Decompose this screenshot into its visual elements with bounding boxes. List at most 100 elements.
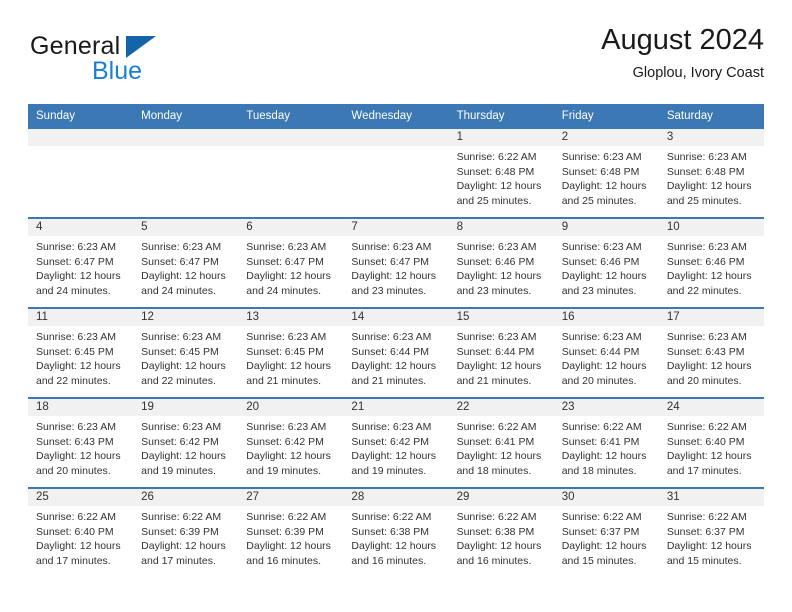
sunset-text: Sunset: 6:44 PM [351,345,430,358]
daylight-text: Daylight: 12 hours and 24 minutes. [36,270,121,297]
day-details: Sunrise: 6:23 AM Sunset: 6:45 PM Daylight:… [238,326,343,388]
calendar-day-cell[interactable]: 20 Sunrise: 6:23 AM Sunset: 6:42 PM Dayligh… [238,397,344,488]
day-number: 21 [343,399,449,416]
calendar-day-cell-empty [28,129,134,218]
daylight-text: Daylight: 12 hours and 20 minutes. [561,360,647,387]
weekday-header-thursday: Thursday [448,104,554,129]
calendar-day-cell[interactable]: 23 Sunrise: 6:22 AM Sunset: 6:41 PM Dayligh… [553,397,659,488]
brand-logo[interactable]: General Blue [30,32,230,94]
sunrise-text: Sunrise: 6:23 AM [141,241,222,253]
day-number: 31 [658,489,764,506]
sunset-text: Sunset: 6:44 PM [561,345,640,358]
sunrise-text: Sunrise: 6:23 AM [36,331,116,343]
calendar-day-cell[interactable]: 17 Sunrise: 6:23 AM Sunset: 6:43 PM Dayligh… [658,307,764,398]
calendar-day-cell[interactable]: 1 Sunrise: 6:22 AM Sunset: 6:48 PM Daylight… [448,129,554,218]
day-details: Sunrise: 6:23 AM Sunset: 6:45 PM Daylight:… [133,326,238,388]
day-details: Sunrise: 6:22 AM Sunset: 6:39 PM Daylight:… [133,506,238,568]
daylight-text: Daylight: 12 hours and 24 minutes. [141,270,226,297]
calendar-day-cell[interactable]: 16 Sunrise: 6:23 AM Sunset: 6:44 PM Dayligh… [553,307,659,398]
sunrise-text: Sunrise: 6:22 AM [666,421,747,433]
calendar-day-cell[interactable]: 13 Sunrise: 6:23 AM Sunset: 6:45 PM Dayligh… [238,307,344,398]
calendar-day-cell[interactable]: 18 Sunrise: 6:23 AM Sunset: 6:43 PM Dayligh… [28,397,134,488]
calendar-day-cell-empty [133,129,239,218]
day-number: 22 [448,399,554,416]
daylight-text: Daylight: 12 hours and 21 minutes. [456,360,542,387]
sunset-text: Sunset: 6:42 PM [141,435,219,448]
calendar-day-cell[interactable]: 25 Sunrise: 6:22 AM Sunset: 6:40 PM Dayligh… [28,487,134,577]
calendar-day-cell[interactable]: 28 Sunrise: 6:22 AM Sunset: 6:38 PM Dayligh… [343,487,449,577]
day-number: 1 [448,129,554,146]
day-details: Sunrise: 6:22 AM Sunset: 6:41 PM Daylight:… [554,416,659,478]
day-details: Sunrise: 6:23 AM Sunset: 6:43 PM Daylight:… [659,326,764,388]
day-number: 30 [553,489,659,506]
calendar-day-cell[interactable]: 30 Sunrise: 6:22 AM Sunset: 6:37 PM Dayligh… [553,487,659,577]
calendar-day-cell[interactable]: 29 Sunrise: 6:22 AM Sunset: 6:38 PM Dayligh… [448,487,554,577]
day-number: 16 [553,309,659,326]
calendar-day-cell[interactable]: 15 Sunrise: 6:23 AM Sunset: 6:44 PM Dayligh… [448,307,554,398]
sunset-text: Sunset: 6:40 PM [36,525,114,538]
sunset-text: Sunset: 6:41 PM [456,435,535,448]
day-details: Sunrise: 6:23 AM Sunset: 6:47 PM Daylight:… [133,236,238,298]
day-details: Sunrise: 6:23 AM Sunset: 6:42 PM Daylight:… [133,416,238,478]
sunrise-text: Sunrise: 6:23 AM [246,241,327,253]
sunset-text: Sunset: 6:40 PM [666,435,745,448]
calendar-day-cell[interactable]: 21 Sunrise: 6:23 AM Sunset: 6:42 PM Dayligh… [343,397,449,488]
sunrise-text: Sunrise: 6:23 AM [561,241,642,253]
calendar-day-cell[interactable]: 26 Sunrise: 6:22 AM Sunset: 6:39 PM Dayligh… [133,487,239,577]
sunset-text: Sunset: 6:39 PM [246,525,324,538]
day-number: 14 [343,309,449,326]
sunset-text: Sunset: 6:48 PM [561,165,640,178]
calendar-day-cell[interactable]: 5 Sunrise: 6:23 AM Sunset: 6:47 PM Daylight… [133,217,239,308]
sunset-text: Sunset: 6:47 PM [351,255,430,268]
calendar-day-cell[interactable]: 24 Sunrise: 6:22 AM Sunset: 6:40 PM Dayligh… [658,397,764,488]
calendar-day-cell[interactable]: 12 Sunrise: 6:23 AM Sunset: 6:45 PM Dayligh… [133,307,239,398]
sunrise-text: Sunrise: 6:23 AM [561,331,642,343]
calendar-day-cell[interactable]: 7 Sunrise: 6:23 AM Sunset: 6:47 PM Daylight… [343,217,449,308]
calendar-day-cell[interactable]: 3 Sunrise: 6:23 AM Sunset: 6:48 PM Daylight… [658,129,764,218]
daylight-text: Daylight: 12 hours and 17 minutes. [141,540,226,567]
daylight-text: Daylight: 12 hours and 21 minutes. [351,360,437,387]
day-details: Sunrise: 6:22 AM Sunset: 6:39 PM Daylight:… [238,506,343,568]
weekday-header-saturday: Saturday [658,104,764,129]
sunrise-text: Sunrise: 6:23 AM [246,421,327,433]
calendar-day-cell-empty [238,129,344,218]
day-number: 18 [28,399,134,416]
calendar-day-cell[interactable]: 9 Sunrise: 6:23 AM Sunset: 6:46 PM Daylight… [553,217,659,308]
daylight-text: Daylight: 12 hours and 25 minutes. [666,180,752,207]
calendar-day-cell[interactable]: 8 Sunrise: 6:23 AM Sunset: 6:46 PM Daylight… [448,217,554,308]
calendar-day-cell[interactable]: 2 Sunrise: 6:23 AM Sunset: 6:48 PM Daylight… [553,129,659,218]
calendar-week-row: 18 Sunrise: 6:23 AM Sunset: 6:43 PM Dayligh… [28,397,764,488]
calendar-week-row: 1 Sunrise: 6:22 AM Sunset: 6:48 PM Daylight… [28,129,764,218]
calendar-day-cell[interactable]: 19 Sunrise: 6:23 AM Sunset: 6:42 PM Dayligh… [133,397,239,488]
sunset-text: Sunset: 6:43 PM [36,435,114,448]
day-number: 5 [133,219,239,236]
day-details: Sunrise: 6:23 AM Sunset: 6:47 PM Daylight:… [28,236,133,298]
day-details: Sunrise: 6:23 AM Sunset: 6:48 PM Daylight:… [659,146,764,208]
daylight-text: Daylight: 12 hours and 23 minutes. [456,270,542,297]
daylight-text: Daylight: 12 hours and 16 minutes. [246,540,331,567]
sunset-text: Sunset: 6:38 PM [351,525,430,538]
sunrise-text: Sunrise: 6:22 AM [666,511,747,523]
page-subtitle: Gloplou, Ivory Coast [632,65,764,81]
calendar-week-row: 11 Sunrise: 6:23 AM Sunset: 6:45 PM Dayligh… [28,307,764,398]
sunset-text: Sunset: 6:45 PM [36,345,114,358]
calendar-day-cell[interactable]: 22 Sunrise: 6:22 AM Sunset: 6:41 PM Dayligh… [448,397,554,488]
day-number: 23 [553,399,659,416]
calendar-day-cell[interactable]: 14 Sunrise: 6:23 AM Sunset: 6:44 PM Dayligh… [343,307,449,398]
daylight-text: Daylight: 12 hours and 19 minutes. [246,450,331,477]
day-details: Sunrise: 6:22 AM Sunset: 6:37 PM Daylight:… [659,506,764,568]
calendar-day-cell[interactable]: 10 Sunrise: 6:23 AM Sunset: 6:46 PM Dayligh… [658,217,764,308]
daylight-text: Daylight: 12 hours and 20 minutes. [36,450,121,477]
calendar-day-cell[interactable]: 4 Sunrise: 6:23 AM Sunset: 6:47 PM Daylight… [28,217,134,308]
sunset-text: Sunset: 6:48 PM [456,165,535,178]
calendar-day-cell[interactable]: 11 Sunrise: 6:23 AM Sunset: 6:45 PM Dayligh… [28,307,134,398]
day-details: Sunrise: 6:23 AM Sunset: 6:46 PM Daylight:… [659,236,764,298]
calendar-day-cell[interactable]: 6 Sunrise: 6:23 AM Sunset: 6:47 PM Daylight… [238,217,344,308]
calendar-day-cell[interactable]: 27 Sunrise: 6:22 AM Sunset: 6:39 PM Dayligh… [238,487,344,577]
sunset-text: Sunset: 6:47 PM [36,255,114,268]
day-number: 26 [133,489,239,506]
day-number: 28 [343,489,449,506]
calendar-day-cell[interactable]: 31 Sunrise: 6:22 AM Sunset: 6:37 PM Dayligh… [658,487,764,577]
day-details: Sunrise: 6:23 AM Sunset: 6:44 PM Daylight:… [449,326,554,388]
sunset-text: Sunset: 6:45 PM [141,345,219,358]
